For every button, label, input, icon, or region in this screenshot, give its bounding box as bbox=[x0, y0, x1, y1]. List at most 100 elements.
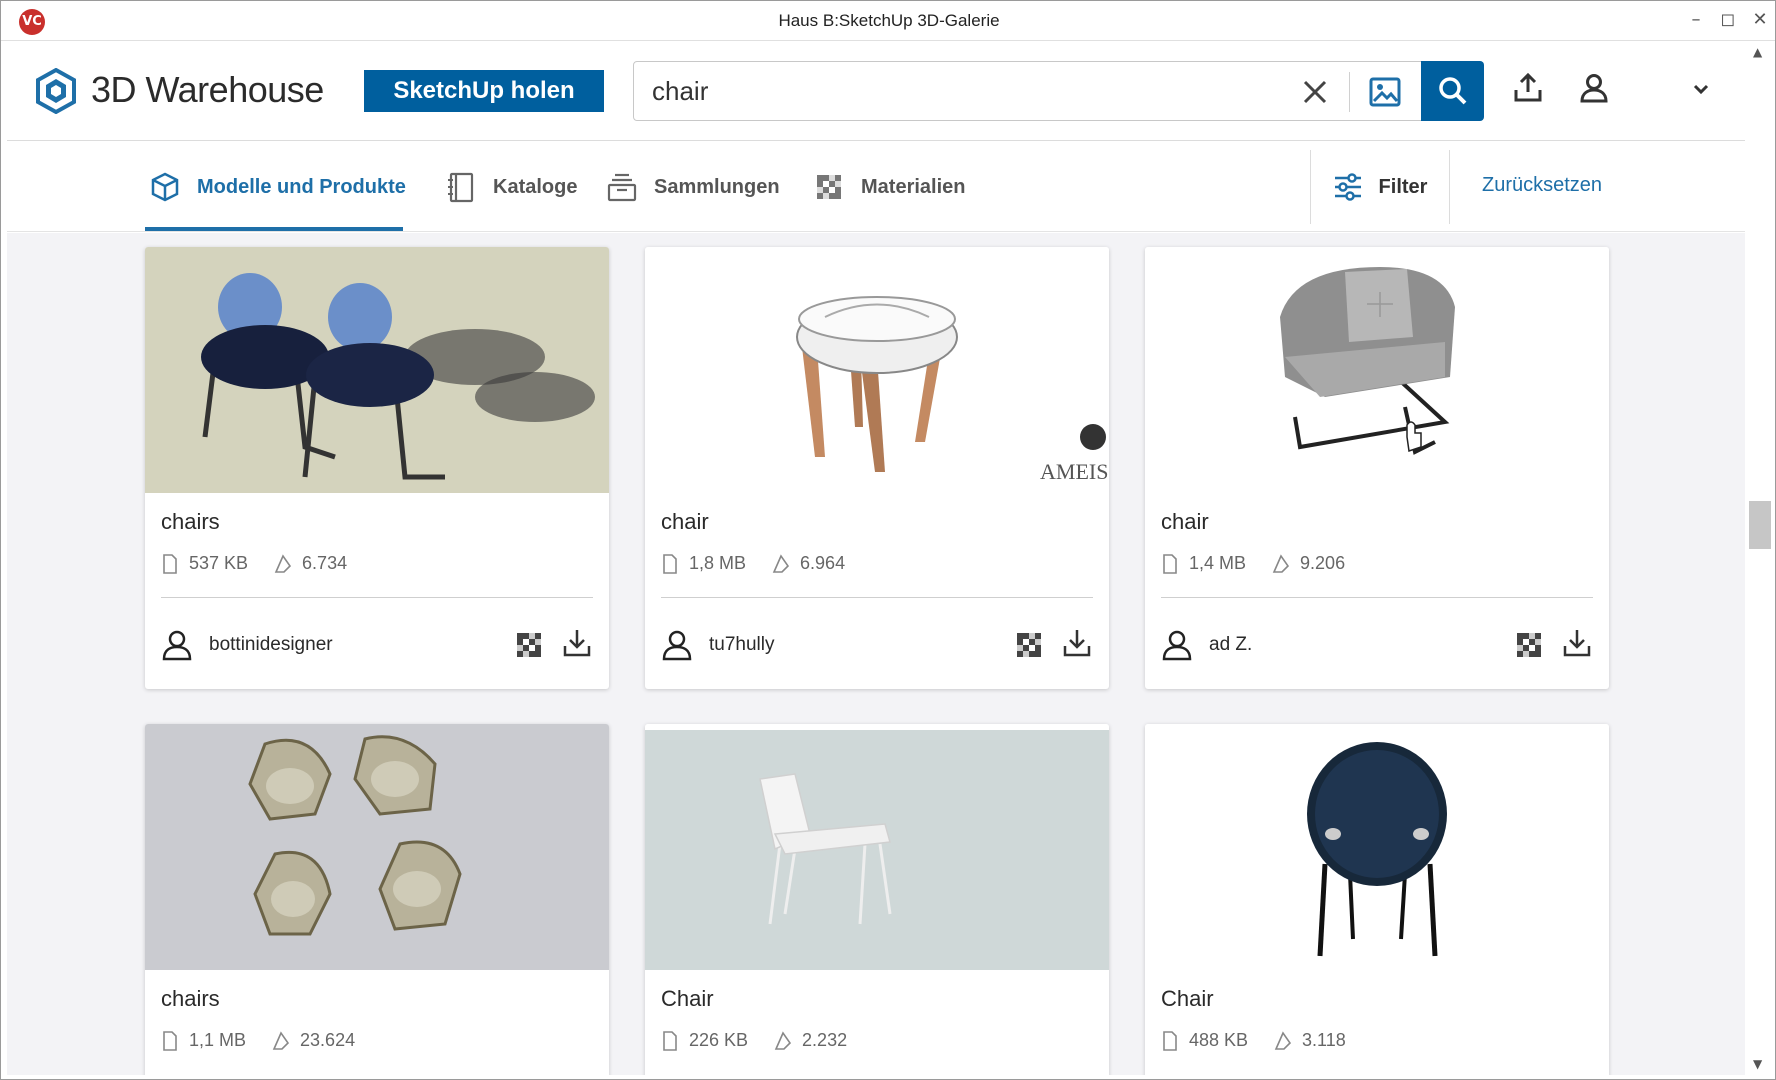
get-sketchup-button[interactable]: SketchUp holen bbox=[364, 70, 604, 112]
file-size-icon bbox=[163, 553, 177, 574]
like-icon bbox=[272, 1030, 290, 1050]
model-likes: 6.964 bbox=[800, 553, 846, 573]
scroll-down-arrow-icon[interactable]: ▼ bbox=[1753, 1057, 1762, 1071]
minimize-button[interactable]: – bbox=[1681, 5, 1711, 35]
like-icon bbox=[774, 1030, 792, 1050]
account-icon[interactable] bbox=[1577, 71, 1611, 105]
like-icon bbox=[1272, 553, 1290, 573]
model-likes: 9.206 bbox=[1300, 553, 1346, 573]
model-file-size: 1,8 MB bbox=[689, 553, 747, 573]
title-bar: VC Haus B:SketchUp 3D-Galerie – ◻ ✕ bbox=[1, 1, 1775, 41]
model-file-size: 226 KB bbox=[689, 1030, 749, 1050]
model-title[interactable]: Chair bbox=[1161, 986, 1214, 1012]
brand-watermark: AMEISE design bbox=[1040, 459, 1109, 484]
author-name: bottinidesigner bbox=[209, 634, 333, 655]
close-button[interactable]: ✕ bbox=[1745, 5, 1775, 35]
reset-link[interactable]: Zurücksetzen bbox=[1482, 174, 1602, 197]
model-title[interactable]: chairs bbox=[161, 509, 220, 535]
model-thumbnail[interactable] bbox=[645, 724, 1109, 970]
model-title[interactable]: chair bbox=[1161, 509, 1209, 535]
window-title: Haus B:SketchUp 3D-Galerie bbox=[778, 11, 1000, 30]
model-card[interactable]: AMEISE design chair 1,8 MB 6.964 tu7hull… bbox=[645, 247, 1109, 689]
search-button[interactable] bbox=[1421, 61, 1484, 121]
collection-icon bbox=[607, 173, 637, 202]
model-title[interactable]: Chair bbox=[661, 986, 714, 1012]
model-file-size: 1,1 MB bbox=[189, 1030, 247, 1050]
download-icon[interactable] bbox=[1561, 627, 1593, 659]
app-window: VC Haus B:SketchUp 3D-Galerie – ◻ ✕ 3D W… bbox=[0, 0, 1776, 1080]
model-card[interactable]: Chair 226 KB 2.232 bbox=[645, 724, 1109, 1075]
file-size-icon bbox=[663, 1030, 677, 1051]
model-thumbnail[interactable] bbox=[1145, 724, 1609, 970]
author-name: ad Z. bbox=[1209, 634, 1253, 655]
tab-catalogs[interactable]: Kataloge bbox=[445, 142, 577, 232]
file-size-icon bbox=[1163, 553, 1177, 574]
filter-button[interactable]: Filter bbox=[1310, 150, 1450, 224]
file-size-icon bbox=[163, 1030, 177, 1051]
cube-icon bbox=[151, 172, 179, 202]
warehouse-logo-icon[interactable] bbox=[35, 68, 77, 114]
material-icon bbox=[817, 175, 841, 199]
model-card[interactable]: chairs 537 KB 6.734 bottinidesigner bbox=[145, 247, 609, 689]
tab-collections[interactable]: Sammlungen bbox=[606, 142, 780, 232]
model-card[interactable]: chair 1,4 MB 9.206 ad Z. bbox=[1145, 247, 1609, 689]
download-icon[interactable] bbox=[561, 627, 593, 659]
model-card[interactable]: Chair 488 KB 3.118 bbox=[1145, 724, 1609, 1075]
maximize-button[interactable]: ◻ bbox=[1713, 5, 1743, 35]
model-thumbnail[interactable] bbox=[145, 724, 609, 970]
upload-icon[interactable] bbox=[1511, 71, 1545, 105]
chevron-down-icon[interactable] bbox=[1689, 77, 1713, 101]
card-divider bbox=[1161, 597, 1593, 598]
model-title[interactable]: chairs bbox=[161, 986, 220, 1012]
model-author[interactable]: ad Z. bbox=[1161, 629, 1252, 661]
model-thumbnail[interactable] bbox=[1145, 247, 1609, 493]
materials-icon[interactable] bbox=[1016, 632, 1042, 658]
model-author[interactable]: bottinidesigner bbox=[161, 629, 333, 661]
card-divider bbox=[161, 597, 593, 598]
model-stats: 488 KB 3.118 bbox=[1161, 1030, 1346, 1051]
scroll-up-arrow-icon[interactable]: ▲ bbox=[1753, 45, 1762, 59]
tab-models[interactable]: Modelle und Produkte bbox=[149, 142, 406, 232]
logo-text[interactable]: 3D Warehouse bbox=[91, 69, 324, 111]
model-author[interactable]: tu7hully bbox=[661, 629, 775, 661]
model-file-size: 1,4 MB bbox=[1189, 553, 1247, 573]
tab-materials[interactable]: Materialien bbox=[813, 142, 965, 232]
tab-materials-label: Materialien bbox=[861, 175, 966, 198]
model-stats: 537 KB 6.734 bbox=[161, 553, 347, 574]
active-tab-indicator bbox=[145, 227, 403, 231]
filter-sliders-icon bbox=[1334, 173, 1361, 201]
tab-catalogs-label: Kataloge bbox=[493, 175, 578, 198]
model-likes: 6.734 bbox=[302, 553, 348, 573]
materials-icon[interactable] bbox=[516, 632, 542, 658]
model-card[interactable]: chairs 1,1 MB 23.624 bbox=[145, 724, 609, 1075]
model-likes: 2.232 bbox=[802, 1030, 848, 1050]
search-divider bbox=[1349, 72, 1350, 112]
tab-models-label: Modelle und Produkte bbox=[197, 175, 406, 198]
like-icon bbox=[1274, 1030, 1292, 1050]
model-stats: 1,1 MB 23.624 bbox=[161, 1030, 355, 1051]
results-grid: chairs 537 KB 6.734 bottinidesigner AMEI… bbox=[7, 233, 1745, 1075]
image-search-icon[interactable] bbox=[1367, 74, 1403, 110]
file-size-icon bbox=[663, 553, 677, 574]
search-icon bbox=[1439, 77, 1467, 105]
search-input[interactable] bbox=[652, 74, 1252, 108]
model-title[interactable]: chair bbox=[661, 509, 709, 535]
model-thumbnail[interactable] bbox=[145, 247, 609, 493]
catalog-icon bbox=[448, 172, 474, 203]
clear-search-icon[interactable] bbox=[1299, 76, 1331, 108]
model-thumbnail[interactable]: AMEISE design bbox=[645, 247, 1109, 493]
materials-icon[interactable] bbox=[1516, 632, 1542, 658]
file-size-icon bbox=[1163, 1030, 1177, 1051]
like-icon bbox=[274, 553, 292, 573]
model-stats: 1,4 MB 9.206 bbox=[1161, 553, 1345, 574]
download-icon[interactable] bbox=[1061, 627, 1093, 659]
site-header: 3D Warehouse SketchUp holen bbox=[7, 41, 1745, 141]
author-name: tu7hully bbox=[709, 634, 775, 655]
model-file-size: 537 KB bbox=[189, 553, 249, 573]
tab-collections-label: Sammlungen bbox=[654, 175, 780, 198]
model-likes: 3.118 bbox=[1302, 1030, 1346, 1050]
author-avatar-icon bbox=[662, 630, 692, 661]
scroll-thumb[interactable] bbox=[1749, 501, 1771, 549]
vertical-scrollbar[interactable]: ▲ ▼ bbox=[1745, 41, 1775, 1079]
content-tabs: Modelle und Produkte Kataloge Sammlungen bbox=[7, 142, 1745, 232]
